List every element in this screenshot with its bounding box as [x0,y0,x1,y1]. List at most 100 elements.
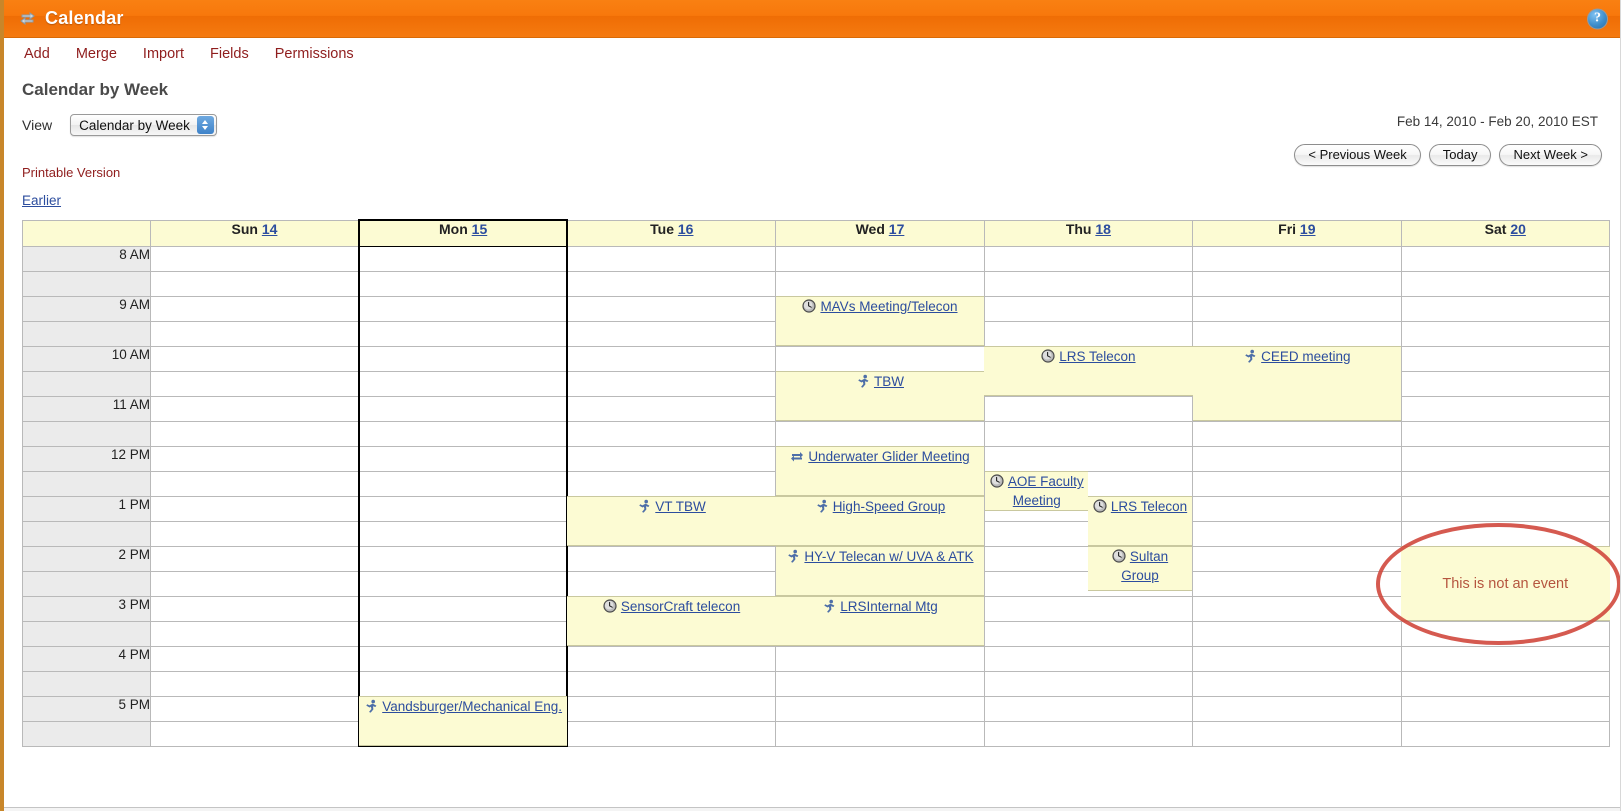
calendar-cell[interactable] [1400,270,1611,297]
calendar-cell[interactable] [775,345,985,372]
calendar-cell[interactable] [775,670,985,697]
menu-merge[interactable]: Merge [76,46,117,62]
calendar-cell[interactable] [983,645,1194,672]
calendar-cell[interactable] [357,520,569,547]
calendar-event-link[interactable]: High-Speed Group [833,499,946,514]
calendar-cell[interactable] [775,695,985,722]
day-header-date-link[interactable]: 16 [678,221,694,237]
calendar-cell[interactable] [357,245,569,272]
day-header-date-link[interactable]: 14 [262,221,278,237]
calendar-event[interactable]: TBW [775,371,985,421]
calendar-cell[interactable] [566,370,777,397]
calendar-cell[interactable] [357,470,569,497]
calendar-cell[interactable] [1192,670,1402,697]
calendar-cell[interactable] [1400,320,1611,347]
calendar-cell[interactable] [149,620,360,647]
calendar-cell[interactable] [1400,645,1611,672]
calendar-cell[interactable] [983,595,1194,622]
calendar-cell[interactable] [983,270,1194,297]
calendar-cell[interactable] [566,295,777,322]
calendar-cell[interactable] [1192,695,1402,722]
day-header-date-link[interactable]: 17 [889,221,905,237]
calendar-cell[interactable] [357,420,569,447]
calendar-cell[interactable] [1192,720,1402,747]
calendar-event[interactable]: LRSInternal Mtg [775,596,985,646]
calendar-cell[interactable] [357,595,569,622]
calendar-event[interactable]: HY-V Telecan w/ UVA & ATK [775,546,985,596]
calendar-cell[interactable] [1400,470,1611,497]
calendar-cell[interactable] [566,720,777,747]
menu-fields[interactable]: Fields [210,46,249,62]
day-header-date-link[interactable]: 15 [472,221,488,237]
calendar-cell[interactable] [149,420,360,447]
calendar-cell[interactable] [566,245,777,272]
calendar-event[interactable]: Underwater Glider Meeting [775,446,985,496]
calendar-cell[interactable] [1400,370,1611,397]
calendar-event-link[interactable]: VT TBW [655,499,706,514]
calendar-event[interactable]: High-Speed Group [775,496,985,546]
calendar-cell[interactable] [1400,495,1611,522]
calendar-cell[interactable] [1400,395,1611,422]
calendar-cell[interactable] [357,620,569,647]
menu-add[interactable]: Add [24,46,50,62]
calendar-event-link[interactable]: LRS Telecon [1111,499,1187,514]
calendar-cell[interactable] [357,570,569,597]
calendar-cell[interactable] [983,395,1194,422]
calendar-event[interactable]: SensorCraft telecon [567,596,776,646]
calendar-cell[interactable] [149,395,360,422]
calendar-cell[interactable] [357,270,569,297]
calendar-cell[interactable] [566,270,777,297]
calendar-cell[interactable] [1192,495,1402,522]
calendar-cell[interactable] [1400,545,1611,572]
calendar-cell[interactable] [566,320,777,347]
calendar-cell[interactable] [1400,670,1611,697]
next-week-button[interactable]: Next Week > [1499,144,1602,166]
calendar-event-link[interactable]: Sultan Group [1121,549,1168,583]
calendar-cell[interactable] [1192,470,1402,497]
calendar-cell[interactable] [149,520,360,547]
calendar-cell[interactable] [1400,570,1611,597]
calendar-cell[interactable] [357,645,569,672]
menu-permissions[interactable]: Permissions [275,46,354,62]
calendar-cell[interactable] [1192,545,1402,572]
calendar-cell[interactable] [1400,295,1611,322]
calendar-cell[interactable] [1400,445,1611,472]
calendar-cell[interactable] [149,495,360,522]
calendar-cell[interactable] [1400,420,1611,447]
calendar-cell[interactable] [775,245,985,272]
calendar-cell[interactable] [983,420,1194,447]
calendar-cell[interactable] [149,295,360,322]
calendar-cell[interactable] [1400,345,1611,372]
calendar-cell[interactable] [1192,420,1402,447]
day-header-date-link[interactable]: 19 [1300,221,1316,237]
calendar-cell[interactable] [775,720,985,747]
calendar-event[interactable]: LRS Telecon [984,346,1193,396]
calendar-cell[interactable] [149,345,360,372]
calendar-cell[interactable] [149,570,360,597]
printable-version-link[interactable]: Printable Version [22,165,120,180]
calendar-cell[interactable] [566,420,777,447]
calendar-cell[interactable] [1192,245,1402,272]
today-button[interactable]: Today [1428,144,1492,166]
calendar-cell[interactable] [149,470,360,497]
calendar-cell[interactable] [1192,320,1402,347]
calendar-cell[interactable] [1192,595,1402,622]
day-header-date-link[interactable]: 18 [1095,221,1111,237]
calendar-cell[interactable] [1400,520,1611,547]
calendar-event-link[interactable]: Vandsburger/Mechanical Eng. [382,699,562,714]
calendar-cell[interactable] [983,720,1194,747]
calendar-cell[interactable] [149,670,360,697]
calendar-cell[interactable] [1400,620,1611,647]
calendar-cell[interactable] [149,645,360,672]
calendar-cell[interactable] [775,420,985,447]
earlier-link[interactable]: Earlier [22,193,61,208]
calendar-cell[interactable] [775,270,985,297]
calendar-cell[interactable] [1192,570,1402,597]
previous-week-button[interactable]: < Previous Week [1294,144,1421,166]
calendar-cell[interactable] [149,545,360,572]
calendar-event-link[interactable]: LRSInternal Mtg [840,599,938,614]
day-header-date-link[interactable]: 20 [1510,221,1526,237]
calendar-cell[interactable] [983,320,1194,347]
calendar-cell[interactable] [566,545,777,572]
calendar-cell[interactable] [1192,620,1402,647]
